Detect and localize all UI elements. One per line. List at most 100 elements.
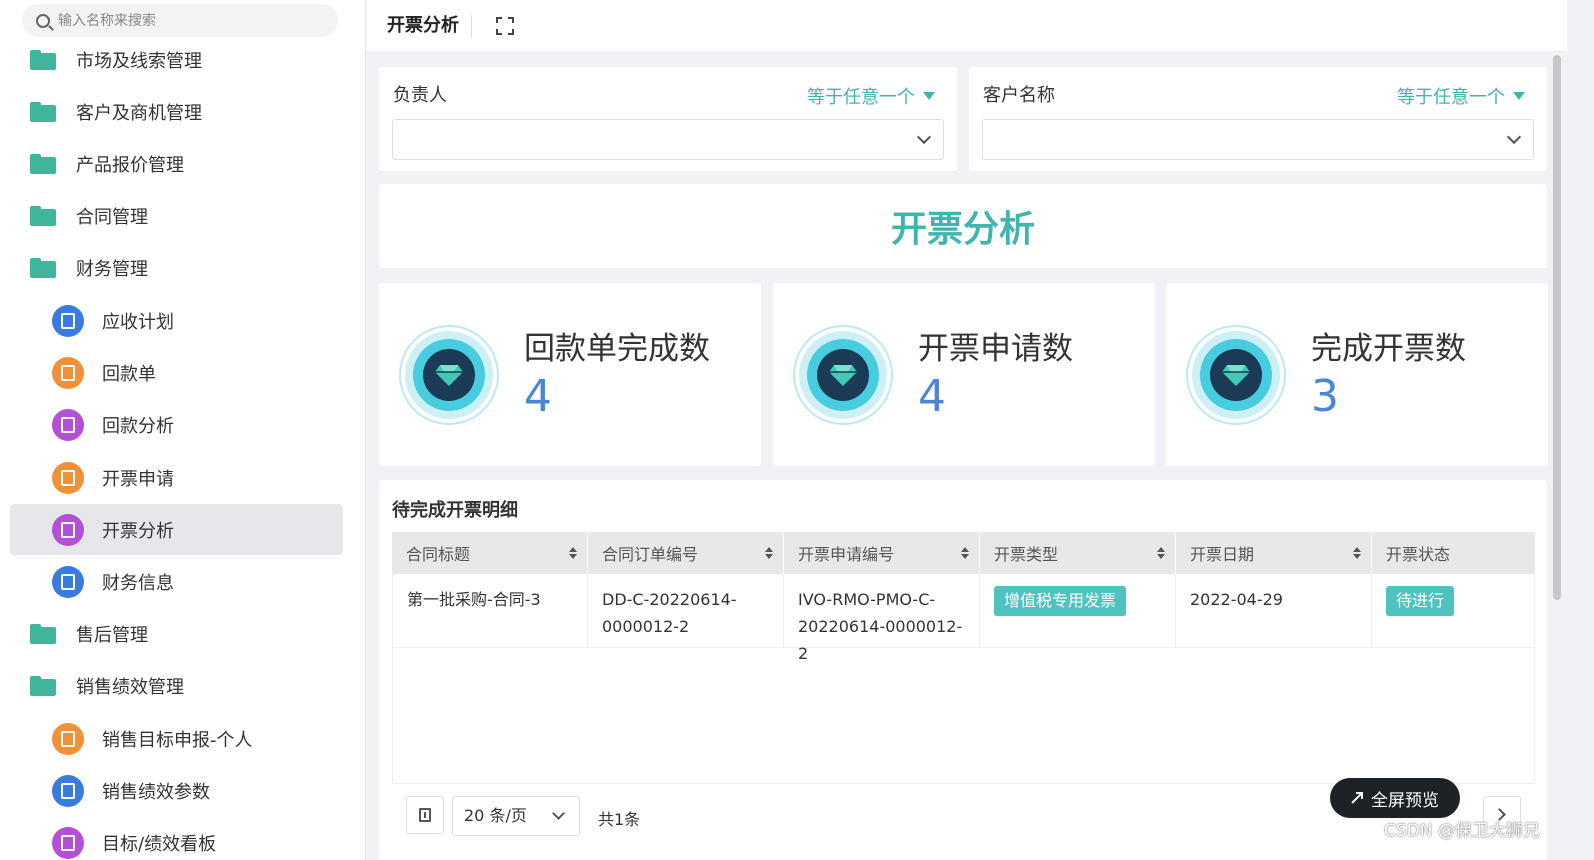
page-icon (419, 808, 431, 822)
filter-label: 负责人 (393, 85, 447, 106)
fullscreen-preview-button[interactable]: 全屏预览 (1330, 778, 1460, 818)
folder-open-icon (30, 676, 56, 696)
filter-mode-dropdown[interactable]: 等于任意一个 (1397, 83, 1525, 109)
sidebar-item-sales-performance[interactable]: 销售绩效管理 (0, 662, 365, 710)
folder-icon (30, 624, 56, 644)
sidebar-item-after-sales[interactable]: 售后管理 (0, 610, 365, 658)
banner-title: 开票分析 (379, 184, 1547, 268)
sidebar-item-receivable-plan[interactable]: 应收计划 (0, 297, 365, 345)
column-header-invoice-apply-no[interactable]: 开票申请编号 (784, 532, 980, 574)
table-title: 待完成开票明细 (392, 500, 518, 521)
column-label: 开票日期 (1190, 545, 1255, 564)
sidebar-item-invoice-analysis[interactable]: 开票分析 (10, 504, 343, 555)
stat-card-invoice-apply: 开票申请数 4 (773, 283, 1155, 466)
sidebar-item-dashboard[interactable]: 目标/绩效看板 (0, 819, 365, 860)
target-icon (52, 723, 84, 755)
document-icon (52, 357, 84, 389)
stat-value: 3 (1311, 371, 1339, 422)
sidebar-item-label: 财务管理 (76, 259, 148, 280)
invoice-type-tag: 增值税专用发票 (994, 586, 1127, 616)
fullscreen-preview-label: 全屏预览 (1371, 790, 1439, 811)
table-row[interactable]: 第一批采购-合同-3 DD-C-20220614-0000012-2 IVO-R… (392, 574, 1535, 663)
expand-arrow-icon (1351, 792, 1363, 804)
stat-card-payment-complete: 回款单完成数 4 (379, 283, 761, 466)
chart-icon (52, 513, 84, 546)
page-size-select[interactable]: 20 条/页 (452, 796, 580, 836)
folder-icon (30, 50, 56, 70)
sidebar-item-label: 销售绩效管理 (76, 677, 184, 698)
page-jump-button[interactable] (406, 796, 444, 834)
column-header-invoice-type[interactable]: 开票类型 (980, 532, 1176, 574)
sort-icon[interactable] (1353, 547, 1361, 559)
search-box[interactable] (22, 4, 338, 37)
sidebar-item-label: 回款分析 (102, 416, 174, 437)
sidebar-item-finance-info[interactable]: 财务信息 (0, 558, 365, 606)
stat-title: 开票申请数 (918, 331, 1073, 367)
sidebar-item-sales-target[interactable]: 销售目标申报-个人 (0, 715, 365, 763)
column-label: 合同订单编号 (602, 545, 699, 564)
document-icon (52, 775, 84, 807)
scrollbar[interactable] (1553, 55, 1561, 600)
sidebar-item-contract[interactable]: 合同管理 (0, 192, 365, 240)
status-badge: 待进行 (1386, 586, 1455, 616)
sidebar-item-label: 目标/绩效看板 (102, 834, 217, 855)
folder-icon (30, 102, 56, 122)
chevron-down-icon (552, 807, 565, 820)
column-label: 开票申请编号 (798, 545, 895, 564)
stat-title: 回款单完成数 (524, 331, 710, 367)
stat-card-invoice-complete: 完成开票数 3 (1166, 283, 1548, 466)
sidebar-item-performance-params[interactable]: 销售绩效参数 (0, 767, 365, 815)
sidebar-item-label: 财务信息 (102, 573, 174, 594)
sidebar-item-label: 合同管理 (76, 207, 148, 228)
sort-icon[interactable] (961, 547, 969, 559)
stat-value: 4 (524, 371, 552, 422)
sidebar-item-label: 应收计划 (102, 312, 174, 333)
table-header: 合同标题 合同订单编号 开票申请编号 开票类型 开票日期 开票状态 (392, 532, 1535, 574)
receivable-plan-icon (52, 305, 84, 337)
fullscreen-expand-icon[interactable] (496, 16, 514, 35)
sidebar-item-invoice-apply[interactable]: 开票申请 (0, 454, 365, 502)
sidebar-item-label: 开票分析 (102, 520, 174, 542)
cell-invoice-apply-no: IVO-RMO-PMO-C-20220614-0000012-2 (784, 574, 980, 663)
page-header: 开票分析 (367, 0, 1567, 52)
sidebar-item-product[interactable]: 产品报价管理 (0, 140, 365, 188)
folder-icon (30, 206, 56, 226)
customer-select[interactable] (982, 119, 1534, 160)
chart-icon (52, 827, 84, 859)
chart-icon (52, 409, 84, 441)
owner-select[interactable] (392, 119, 944, 160)
cell-contract-title: 第一批采购-合同-3 (392, 574, 588, 647)
search-input[interactable] (58, 12, 318, 29)
search-icon (36, 13, 50, 28)
sidebar-item-finance[interactable]: 财务管理 (0, 244, 365, 292)
folder-open-icon (30, 258, 56, 278)
sidebar-item-payment-analysis[interactable]: 回款分析 (0, 401, 365, 449)
column-header-order-no[interactable]: 合同订单编号 (588, 532, 784, 574)
page-size-label: 20 条/页 (464, 806, 527, 825)
page-title: 开票分析 (367, 14, 472, 37)
filter-owner: 负责人 等于任意一个 (379, 67, 957, 171)
column-header-invoice-status[interactable]: 开票状态 (1372, 532, 1535, 574)
sidebar: 市场及线索管理 客户及商机管理 产品报价管理 合同管理 财务管理 应收计划 回款… (0, 0, 366, 860)
sidebar-item-label: 销售绩效参数 (102, 782, 210, 803)
sidebar-item-payment[interactable]: 回款单 (0, 349, 365, 397)
sort-icon[interactable] (1157, 547, 1165, 559)
filter-mode-label: 等于任意一个 (1397, 87, 1505, 108)
sidebar-item-market[interactable]: 市场及线索管理 (0, 36, 365, 84)
column-header-contract-title[interactable]: 合同标题 (392, 532, 588, 574)
cell-invoice-date: 2022-04-29 (1176, 574, 1372, 647)
filter-label: 客户名称 (983, 85, 1055, 106)
diamond-icon (1186, 325, 1286, 425)
sort-icon[interactable] (765, 547, 773, 559)
data-table: 合同标题 合同订单编号 开票申请编号 开票类型 开票日期 开票状态 第一批采购-… (392, 532, 1535, 782)
cell-order-no: DD-C-20220614-0000012-2 (588, 574, 784, 647)
caret-down-icon (923, 92, 935, 100)
sidebar-item-customer[interactable]: 客户及商机管理 (0, 88, 365, 136)
folder-icon (30, 154, 56, 174)
column-label: 开票状态 (1386, 545, 1451, 564)
filter-mode-dropdown[interactable]: 等于任意一个 (807, 83, 935, 109)
caret-down-icon (1513, 92, 1525, 100)
column-label: 开票类型 (994, 545, 1059, 564)
sort-icon[interactable] (569, 547, 577, 559)
column-header-invoice-date[interactable]: 开票日期 (1176, 532, 1372, 574)
